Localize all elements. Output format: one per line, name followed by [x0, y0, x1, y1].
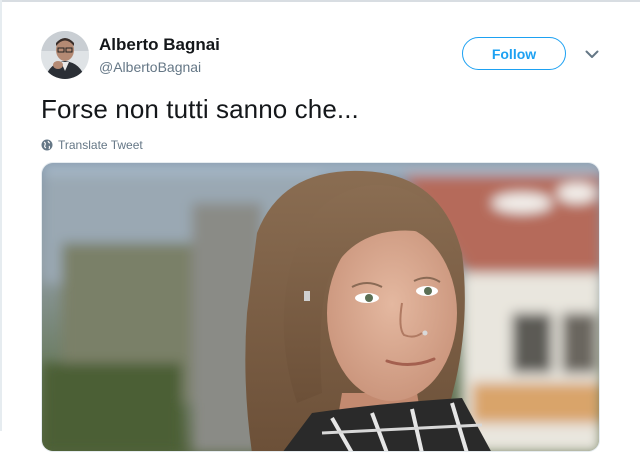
author-name[interactable]: Alberto Bagnai — [99, 35, 220, 55]
photo-image — [42, 163, 599, 451]
translate-tweet-link[interactable]: Translate Tweet — [41, 137, 143, 153]
tweet-photo[interactable] — [41, 162, 600, 452]
left-divider — [0, 0, 2, 431]
avatar-image — [41, 31, 89, 79]
top-divider — [0, 0, 640, 2]
tweet-card: Alberto Bagnai @AlbertoBagnai Follow For… — [0, 0, 640, 452]
globe-icon — [41, 139, 53, 151]
tweet-text: Forse non tutti sanno che... — [41, 94, 359, 124]
more-options-button[interactable] — [583, 47, 601, 61]
chevron-down-icon — [585, 50, 599, 58]
translate-tweet-label: Translate Tweet — [58, 138, 143, 152]
follow-button[interactable]: Follow — [462, 37, 566, 70]
author-handle[interactable]: @AlbertoBagnai — [99, 59, 201, 75]
avatar[interactable] — [41, 31, 89, 79]
